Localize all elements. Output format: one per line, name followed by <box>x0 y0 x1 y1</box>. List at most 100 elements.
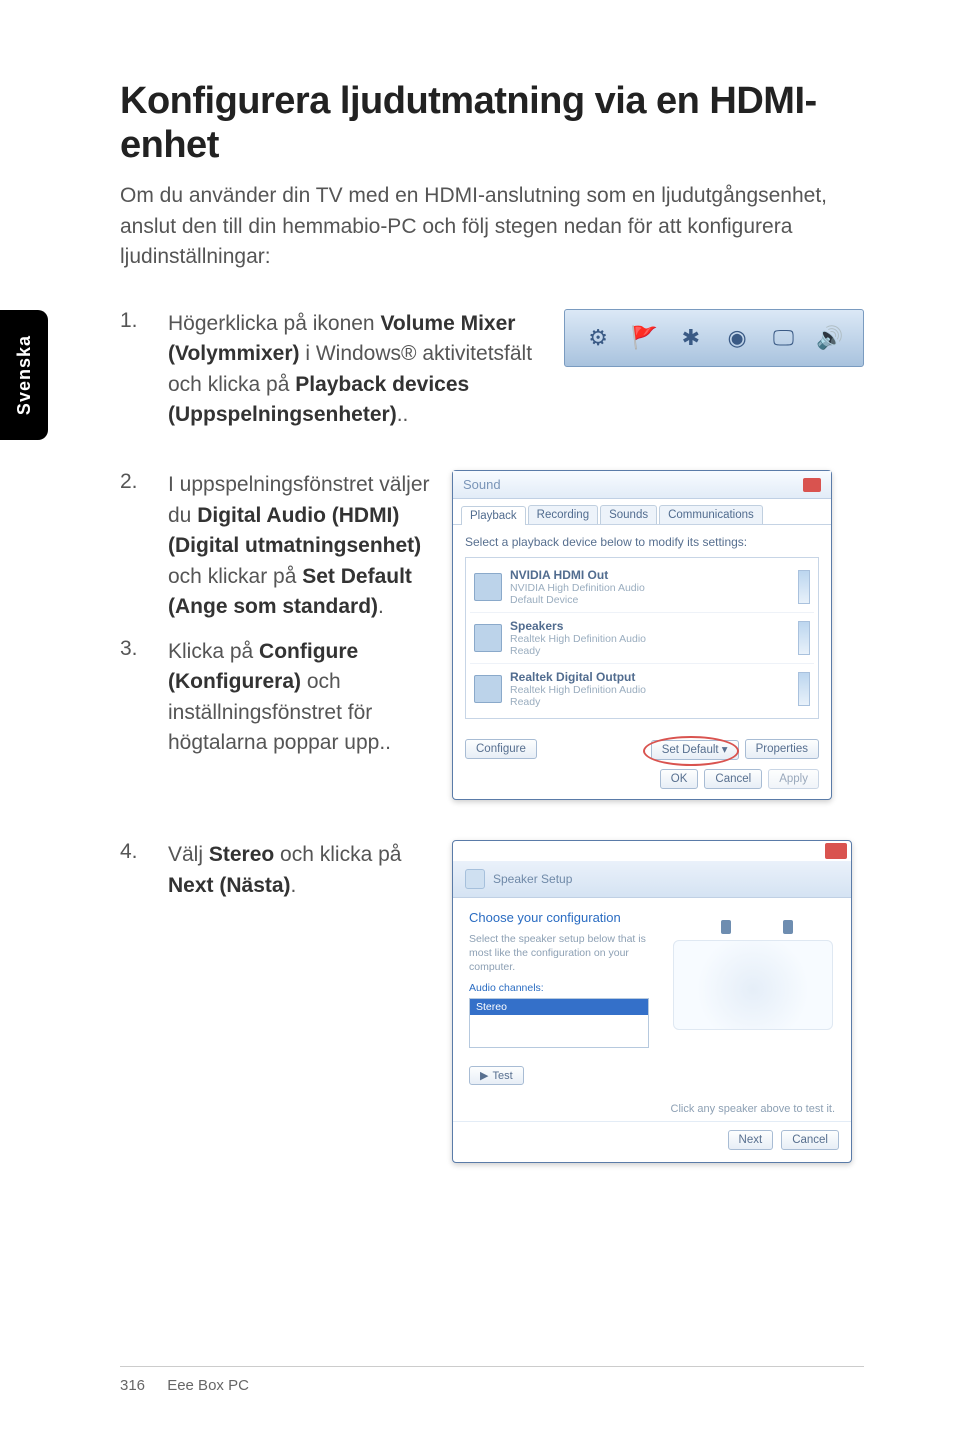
footer-title: Eee Box PC <box>167 1377 249 1394</box>
sound-dialog-screenshot: Sound Playback Recording Sounds Communic… <box>452 470 832 800</box>
text: och klickar på <box>168 565 302 588</box>
bold: Next (Nästa) <box>168 874 291 897</box>
step-number: 1. <box>120 309 146 431</box>
speaker-right-icon <box>783 920 793 934</box>
device-icon <box>474 573 502 601</box>
device-sub: NVIDIA High Definition Audio <box>510 582 790 594</box>
tab-communications[interactable]: Communications <box>659 505 763 524</box>
label: Test <box>492 1070 512 1082</box>
tab-playback[interactable]: Playback <box>461 506 526 525</box>
text: . <box>378 595 384 618</box>
speaker-topbar <box>453 841 851 861</box>
sound-body: Select a playback device below to modify… <box>453 525 831 729</box>
device-icon <box>474 675 502 703</box>
channels-selected: Stereo <box>470 999 648 1015</box>
config-desc: Select the speaker setup below that is m… <box>469 933 649 974</box>
text: . <box>291 874 297 897</box>
set-default-button[interactable]: Set Default ▾ <box>651 740 739 760</box>
speaker-note: Click any speaker above to test it. <box>469 1103 835 1115</box>
choose-config-label: Choose your configuration <box>469 910 649 925</box>
left-column: 4. Välj Stereo och klicka på Next (Nästa… <box>120 840 430 901</box>
text: Välj <box>168 843 209 866</box>
device-item[interactable]: Realtek Digital Output Realtek High Defi… <box>470 664 814 714</box>
device-list: NVIDIA HDMI Out NVIDIA High Definition A… <box>465 557 819 719</box>
ok-button[interactable]: OK <box>660 769 699 789</box>
tray-network-icon: 🖵 <box>767 322 799 354</box>
text: .. <box>397 403 409 426</box>
device-sub: Realtek High Definition Audio <box>510 684 790 696</box>
step-text: Högerklicka på ikonen Volume Mixer (Voly… <box>168 309 542 431</box>
device-item[interactable]: NVIDIA HDMI Out NVIDIA High Definition A… <box>470 562 814 613</box>
level-meter <box>798 672 810 706</box>
dialog-buttons: OK Cancel Apply <box>453 769 831 799</box>
cancel-button[interactable]: Cancel <box>781 1130 839 1150</box>
next-button[interactable]: Next <box>728 1130 774 1150</box>
apply-button[interactable]: Apply <box>768 769 819 789</box>
speaker-icon <box>465 869 485 889</box>
step-text: I uppspelningsfönstret väljer du Digital… <box>168 470 430 622</box>
tab-recording[interactable]: Recording <box>528 505 598 524</box>
device-status: Ready <box>510 696 790 708</box>
tray-flag-icon: 🚩 <box>628 322 660 354</box>
highlight-circle: Set Default ▾ <box>651 742 739 756</box>
tray-icon: ◉ <box>721 322 753 354</box>
device-icon <box>474 624 502 652</box>
tab-sounds[interactable]: Sounds <box>600 505 657 524</box>
tray-bluetooth-icon: ✱ <box>675 322 707 354</box>
sound-tabs: Playback Recording Sounds Communications <box>453 499 831 525</box>
speaker-header-title: Speaker Setup <box>493 872 572 886</box>
label: Set Default <box>662 744 719 756</box>
text: och klicka på <box>274 843 401 866</box>
level-meter <box>798 570 810 604</box>
tray-volume-icon: 🔊 <box>814 322 846 354</box>
page-number: 316 <box>120 1377 145 1394</box>
step-number: 4. <box>120 840 146 901</box>
speaker-footer: Next Cancel <box>453 1121 851 1162</box>
cancel-button[interactable]: Cancel <box>704 769 762 789</box>
device-status: Ready <box>510 645 790 657</box>
speaker-body: Choose your configuration Select the spe… <box>453 898 851 1097</box>
step-text: Klicka på Configure (Konfigurera) och in… <box>168 637 430 759</box>
intro-text: Om du använder din TV med en HDMI-anslut… <box>120 181 864 272</box>
speaker-left: Choose your configuration Select the spe… <box>469 910 649 1085</box>
configure-button[interactable]: Configure <box>465 739 537 759</box>
left-column: 2. I uppspelningsfönstret väljer du Digi… <box>120 470 430 758</box>
step-2-3-row: 2. I uppspelningsfönstret väljer du Digi… <box>120 470 864 800</box>
test-button[interactable]: ▶ Test <box>469 1066 524 1085</box>
close-icon[interactable] <box>803 478 821 492</box>
bold: Digital Audio (HDMI) (Digital utmatnings… <box>168 504 421 557</box>
device-status: Default Device <box>510 594 790 606</box>
step-text: Välj Stereo och klicka på Next (Nästa). <box>168 840 430 901</box>
speaker-header: Speaker Setup <box>453 861 851 898</box>
level-meter <box>798 621 810 655</box>
sound-dialog-title: Sound <box>463 477 501 492</box>
side-language-label: Svenska <box>14 335 35 415</box>
speaker-left-icon <box>721 920 731 934</box>
side-language-tab: Svenska <box>0 310 48 440</box>
tray-icon: ⚙ <box>582 322 614 354</box>
speaker-setup-screenshot: Speaker Setup Choose your configuration … <box>452 840 852 1163</box>
sound-dialog-titlebar: Sound <box>453 471 831 499</box>
page-content: Konfigurera ljudutmatning via en HDMI-en… <box>0 0 954 1243</box>
properties-button[interactable]: Properties <box>745 739 819 759</box>
step-number: 2. <box>120 470 146 622</box>
page-title: Konfigurera ljudutmatning via en HDMI-en… <box>120 80 864 167</box>
device-name: Speakers <box>510 619 790 633</box>
step-1: 1. Högerklicka på ikonen Volume Mixer (V… <box>120 309 864 431</box>
device-sub: Realtek High Definition Audio <box>510 633 790 645</box>
sound-instructions: Select a playback device below to modify… <box>465 535 819 549</box>
channels-listbox[interactable]: Stereo <box>469 998 649 1048</box>
step-number: 3. <box>120 637 146 759</box>
device-item[interactable]: Speakers Realtek High Definition Audio R… <box>470 613 814 664</box>
page-footer: 316 Eee Box PC <box>120 1366 864 1394</box>
device-name: NVIDIA HDMI Out <box>510 568 790 582</box>
audio-channels-label: Audio channels: <box>469 982 649 994</box>
room-image <box>673 940 833 1030</box>
bold: Stereo <box>209 843 274 866</box>
text: Högerklicka på ikonen <box>168 312 380 335</box>
sound-footer: Configure Set Default ▾ Properties <box>453 729 831 769</box>
system-tray-screenshot: ⚙ 🚩 ✱ ◉ 🖵 🔊 <box>564 309 864 367</box>
step-4-row: 4. Välj Stereo och klicka på Next (Nästa… <box>120 840 864 1163</box>
text: Klicka på <box>168 640 259 663</box>
close-icon[interactable] <box>825 843 847 859</box>
